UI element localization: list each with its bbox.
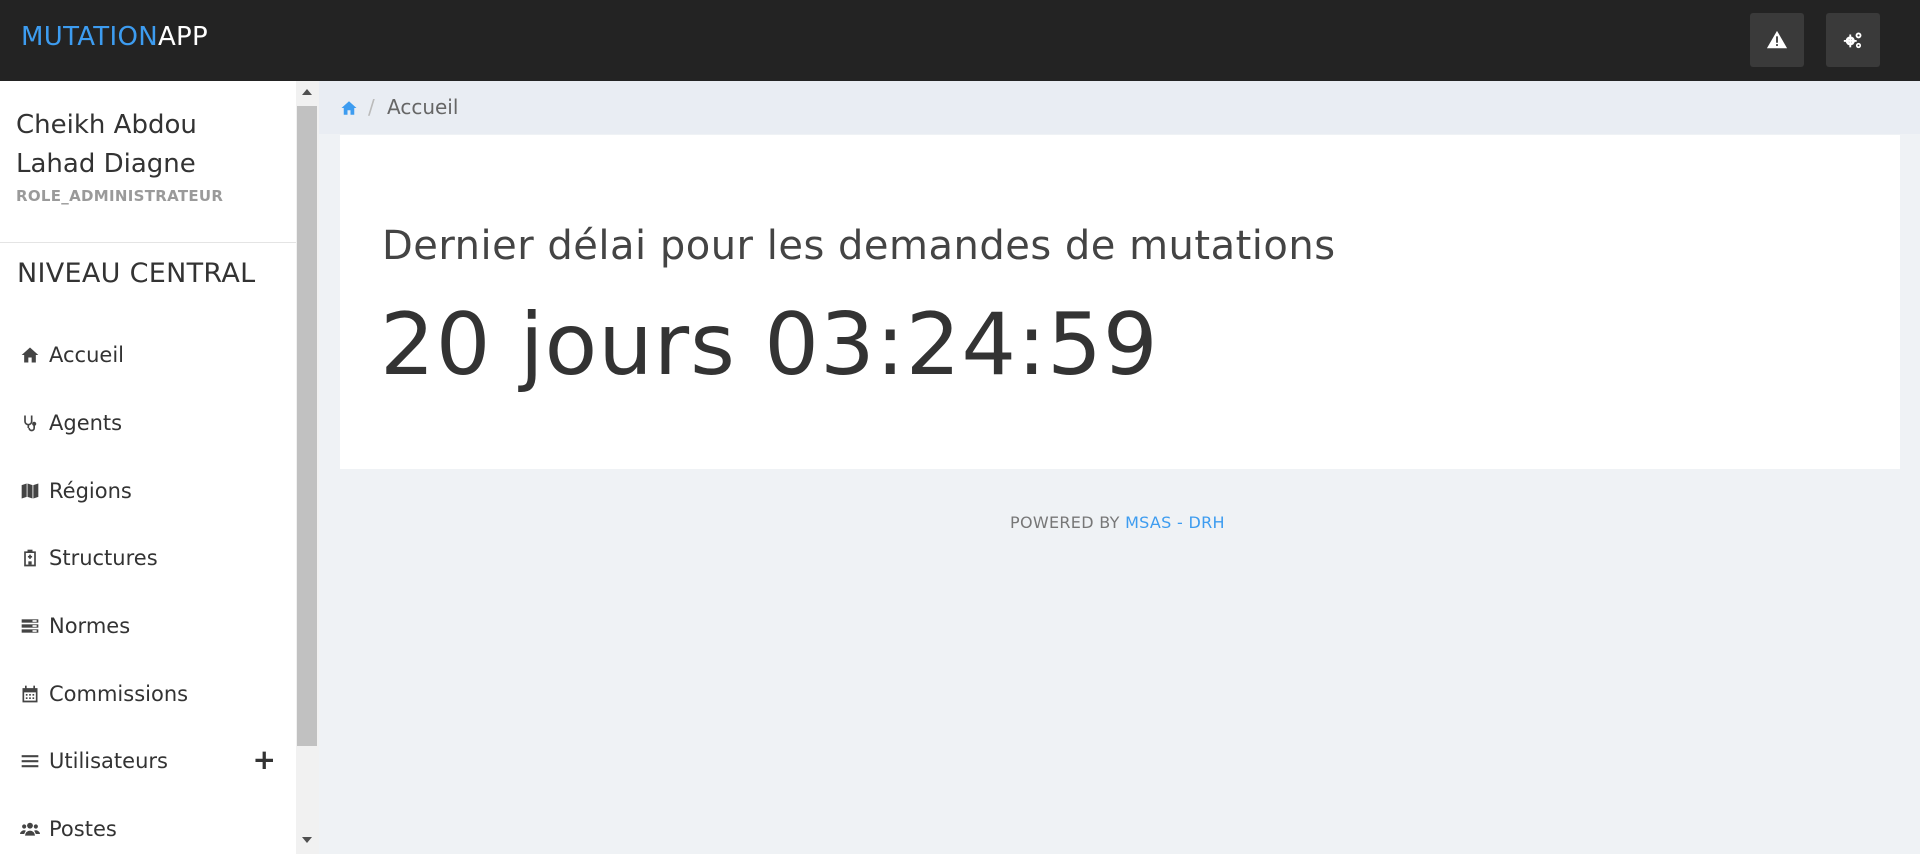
deadline-title: Dernier délai pour les demandes de mutat… — [382, 223, 1336, 269]
sidebar-item-structures[interactable]: Structures — [0, 533, 296, 583]
sidebar: Cheikh Abdou Lahad Diagne ROLE_ADMINISTR… — [0, 81, 296, 854]
sidebar-item-label: Régions — [49, 479, 132, 503]
users-icon — [19, 818, 41, 840]
expand-plus-icon[interactable]: + — [253, 746, 276, 774]
countdown-timer: 20 jours 03:24:59 — [380, 295, 1159, 395]
sidebar-item-label: Commissions — [49, 682, 189, 706]
sidebar-section-title: NIVEAU CENTRAL — [17, 258, 256, 289]
footer-prefix: POWERED BY — [1010, 513, 1126, 532]
sidebar-divider — [0, 242, 296, 243]
sidebar-item-label: Structures — [49, 546, 158, 570]
warning-icon — [1766, 30, 1788, 49]
sidebar-item-label: Postes — [49, 817, 117, 841]
app-logo[interactable]: MUTATIONAPP — [21, 22, 208, 52]
server-icon — [19, 615, 41, 637]
sidebar-item-label: Normes — [49, 614, 131, 638]
sidebar-item-label: Accueil — [49, 343, 124, 367]
calendar-icon — [19, 683, 41, 705]
user-role: ROLE_ADMINISTRATEUR — [16, 187, 224, 205]
sidebar-scrollbar[interactable] — [296, 81, 319, 854]
sidebar-item-label: Utilisateurs — [49, 749, 168, 773]
sidebar-item-agents[interactable]: Agents — [0, 398, 296, 448]
cogs-icon — [1843, 32, 1862, 49]
home-icon — [19, 344, 41, 366]
deadline-card: Dernier délai pour les demandes de mutat… — [340, 135, 1900, 469]
sidebar-item-postes[interactable]: Postes — [0, 804, 296, 854]
scroll-thumb[interactable] — [297, 106, 317, 746]
sidebar-item-commissions[interactable]: Commissions — [0, 669, 296, 719]
user-name: Cheikh Abdou Lahad Diagne — [16, 110, 197, 179]
settings-button[interactable] — [1826, 13, 1880, 67]
footer-link[interactable]: MSAS - DRH — [1125, 513, 1225, 532]
brand-part-1: MUTATION — [21, 22, 158, 52]
footer: POWERED BY MSAS - DRH — [1010, 513, 1225, 532]
sidebar-item-label: Agents — [49, 411, 123, 435]
alerts-button[interactable] — [1750, 13, 1804, 67]
breadcrumb: / Accueil — [319, 81, 1920, 134]
scroll-down-arrow-icon[interactable] — [302, 837, 312, 843]
breadcrumb-separator: / — [368, 95, 375, 119]
scroll-up-arrow-icon[interactable] — [302, 89, 312, 95]
sidebar-item-utilisateurs[interactable]: Utilisateurs + — [0, 736, 296, 786]
map-icon — [19, 480, 41, 502]
breadcrumb-current: Accueil — [387, 95, 459, 119]
brand-part-2: APP — [157, 22, 209, 52]
sidebar-item-regions[interactable]: Régions — [0, 466, 296, 516]
sidebar-item-accueil[interactable]: Accueil — [0, 330, 296, 380]
hospital-icon — [19, 547, 41, 569]
sidebar-item-normes[interactable]: Normes — [0, 601, 296, 651]
stethoscope-icon — [19, 412, 41, 434]
bars-icon — [19, 750, 41, 772]
breadcrumb-home-icon[interactable] — [340, 99, 358, 117]
top-navbar: MUTATIONAPP — [0, 0, 1920, 81]
